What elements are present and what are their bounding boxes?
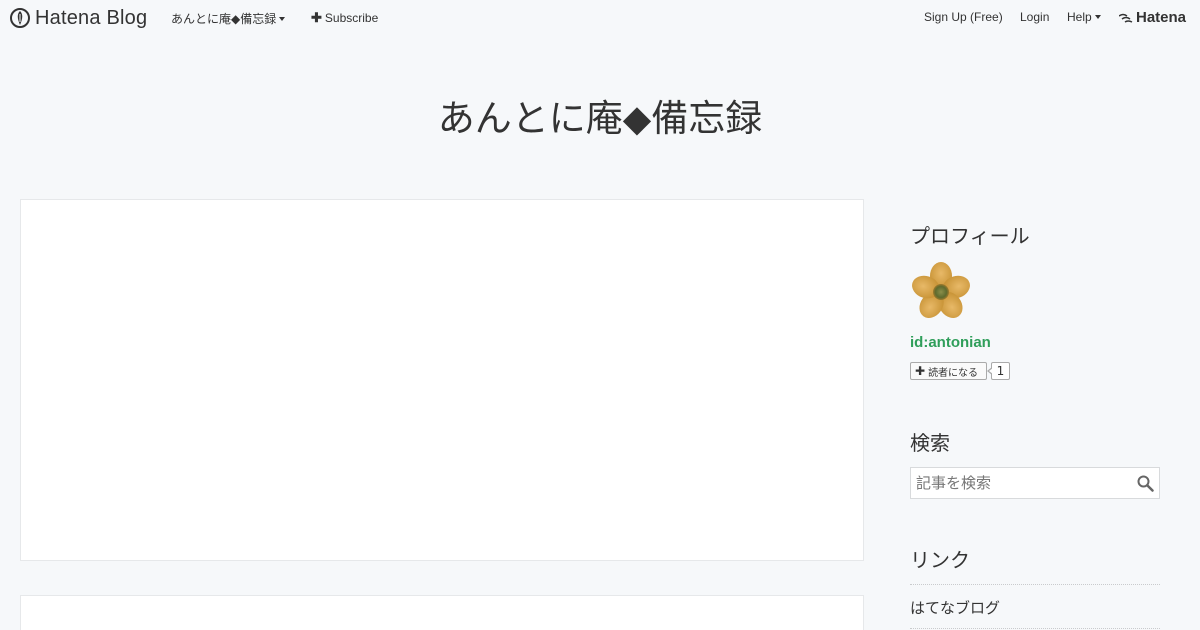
signup-link[interactable]: Sign Up (Free) <box>924 10 1003 24</box>
link-item[interactable]: はてなブログ <box>910 597 1000 618</box>
profile-module-title: プロフィール <box>910 224 1030 248</box>
search-input[interactable] <box>911 468 1131 498</box>
hatena-wordmark: Hatena <box>1136 9 1187 26</box>
global-header: Hatena Blog あんとに庵◆備忘録 ✚ Subscribe Sign U… <box>0 0 1200 36</box>
hatena-mark-icon <box>1119 13 1133 23</box>
subscribe-label: Subscribe <box>324 11 379 25</box>
hatena-blog-pen-icon <box>10 8 30 28</box>
hatena-blog-logo-link[interactable]: Hatena Blog <box>10 7 147 29</box>
links-module-title: リンク <box>910 548 970 572</box>
blog-title[interactable]: あんとに庵◆備忘録 <box>0 88 1200 142</box>
hatena-logo-link[interactable]: Hatena <box>1119 9 1186 26</box>
search-icon[interactable] <box>1137 475 1154 492</box>
caret-down-icon <box>279 16 286 21</box>
login-link[interactable]: Login <box>1020 10 1049 24</box>
reader-subscribe-label: 読者になる <box>928 367 979 379</box>
subscribe-link[interactable]: ✚ Subscribe <box>311 10 378 26</box>
subscriber-count: 1 <box>987 362 1010 380</box>
help-dropdown[interactable]: Help <box>1067 10 1101 24</box>
caret-down-icon <box>1094 15 1101 19</box>
search-form <box>910 467 1160 499</box>
user-avatar[interactable] <box>910 261 972 323</box>
entry-card <box>20 199 864 561</box>
plus-icon: ✚ <box>915 364 926 378</box>
profile-user-id-link[interactable]: id:antonian <box>910 334 991 351</box>
brand-text: Hatena Blog <box>35 6 148 29</box>
link-divider <box>910 628 1160 629</box>
search-module-title: 検索 <box>910 431 950 455</box>
plus-icon: ✚ <box>311 10 322 25</box>
blog-menu-dropdown[interactable]: あんとに庵◆備忘録 <box>171 10 286 27</box>
blog-menu-label: あんとに庵◆備忘録 <box>171 12 277 26</box>
help-label: Help <box>1067 10 1092 24</box>
link-divider <box>910 584 1160 585</box>
reader-subscribe-button[interactable]: ✚ 読者になる <box>910 362 987 380</box>
entry-card <box>20 595 864 630</box>
